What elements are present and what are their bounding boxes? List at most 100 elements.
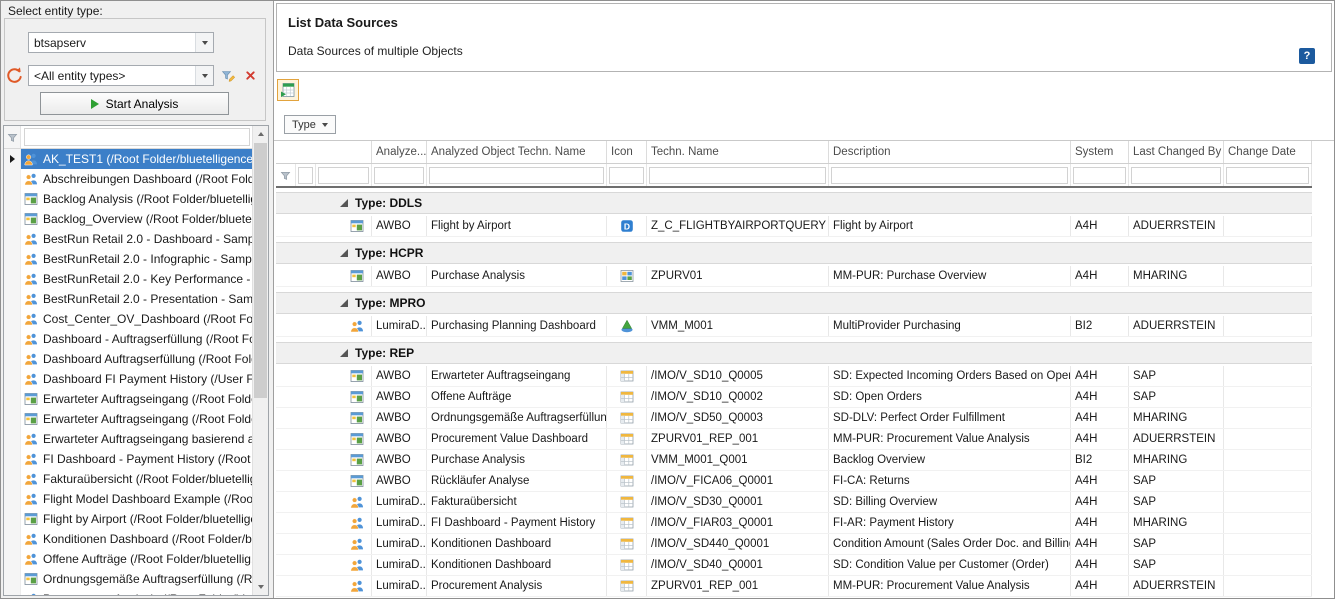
group-row[interactable]: Type: HCPR [276, 242, 1312, 264]
cell-change_date [1224, 266, 1312, 286]
filter-cell-tech_name[interactable] [647, 164, 829, 186]
table-row[interactable]: AWBOProcurement Value DashboardZPURV01_R… [276, 429, 1312, 450]
filter-input-indent[interactable] [298, 167, 313, 184]
triangle-down-icon [258, 585, 264, 589]
multiprovider-icon [620, 319, 634, 333]
column-header-icon[interactable]: Icon [607, 141, 647, 163]
clear-filter-button[interactable] [241, 66, 260, 85]
filter-cell-ds_icon[interactable] [607, 164, 647, 186]
scroll-down-button[interactable] [253, 579, 268, 595]
entity-list-item[interactable]: Cost_Center_OV_Dashboard (/Root Fold... [4, 309, 253, 329]
filter-input-ds_icon[interactable] [609, 167, 644, 184]
start-analysis-button[interactable]: Start Analysis [40, 92, 229, 115]
scroll-thumb[interactable] [254, 143, 267, 398]
scroll-up-button[interactable] [253, 126, 268, 142]
entity-list-item[interactable]: Backlog_Overview (/Root Folder/bluetell.… [4, 209, 253, 229]
column-header-change-date[interactable]: Change Date [1224, 141, 1312, 163]
table-row[interactable]: AWBOErwarteter Auftragseingang/IMO/V_SD1… [276, 366, 1312, 387]
cell-ds_icon [607, 387, 647, 407]
entity-list-item[interactable]: Konditionen Dashboard (/Root Folder/bl..… [4, 529, 253, 549]
entity-list-item[interactable]: Dashboard FI Payment History (/User Fo..… [4, 369, 253, 389]
filter-input-analyze[interactable] [374, 167, 424, 184]
export-excel-button[interactable] [277, 79, 299, 101]
table-row[interactable]: LumiraD...Konditionen Dashboard/IMO/V_SD… [276, 555, 1312, 576]
entity-list-item-body: Backlog Analysis (/Root Folder/bluetelli… [21, 189, 253, 209]
table-row[interactable]: AWBOPurchase AnalysisVMM_M001_Q001Backlo… [276, 450, 1312, 471]
entity-type-combobox-arrow[interactable] [195, 66, 213, 85]
entity-list-item[interactable]: AK_TEST1 (/Root Folder/bluetelligence/S.… [4, 149, 253, 169]
filter-input-last_changed_by[interactable] [1131, 167, 1221, 184]
entity-list-item[interactable]: Fakturaübersicht (/Root Folder/bluetelli… [4, 469, 253, 489]
entity-list-item[interactable]: FI Dashboard - Payment History (/Root F.… [4, 449, 253, 469]
column-header-description[interactable]: Description [829, 141, 1071, 163]
group-row[interactable]: Type: DDLS [276, 192, 1312, 214]
filter-cell-analyze[interactable] [372, 164, 427, 186]
server-combobox-arrow[interactable] [195, 33, 213, 52]
table-row[interactable]: AWBOPurchase AnalysisZPURV01MM-PUR: Purc… [276, 266, 1312, 287]
cell-analyze: AWBO [372, 216, 427, 236]
entity-list-item[interactable]: BestRunRetail 2.0 - Key Performance - Sa… [4, 269, 253, 289]
column-header-techn-name[interactable]: Techn. Name [647, 141, 829, 163]
column-header-analyzed-object-techn-name[interactable]: Analyzed Object Techn. Name [427, 141, 607, 163]
group-row[interactable]: Type: REP [276, 342, 1312, 364]
filter-input-obj_name[interactable] [429, 167, 604, 184]
edit-filter-button[interactable] [218, 66, 237, 85]
cell-ind [276, 513, 296, 533]
entity-list-item[interactable]: Erwarteter Auftragseingang basierend a..… [4, 429, 253, 449]
filter-input-description[interactable] [831, 167, 1068, 184]
entity-list-item[interactable]: Dashboard Auftragserfüllung (/Root Fold.… [4, 349, 253, 369]
table-row[interactable]: AWBOOrdnungsgemäße Auftragserfüllung/IMO… [276, 408, 1312, 429]
table-row[interactable]: LumiraD...FI Dashboard - Payment History… [276, 513, 1312, 534]
group-row[interactable]: Type: MPRO [276, 292, 1312, 314]
entity-list-item-label: Flight Model Dashboard Example (/Root... [43, 492, 253, 506]
filter-input-change_date[interactable] [1226, 167, 1309, 184]
entity-list-item[interactable]: Dashboard - Auftragserfüllung (/Root Fo.… [4, 329, 253, 349]
table-row[interactable]: AWBORückläufer Analyse/IMO/V_FICA06_Q000… [276, 471, 1312, 492]
filter-cell-obj_name[interactable] [427, 164, 607, 186]
cell-obj_name: Konditionen Dashboard [427, 555, 607, 575]
entity-list-item[interactable]: Erwarteter Auftragseingang (/Root Folde.… [4, 389, 253, 409]
column-header-analyze[interactable]: Analyze... [372, 141, 427, 163]
entity-list-item[interactable]: Backlog Analysis (/Root Folder/bluetelli… [4, 189, 253, 209]
cell-ds_icon [607, 534, 647, 554]
table-row[interactable]: LumiraD...Procurement AnalysisZPURV01_RE… [276, 576, 1312, 597]
list-scrollbar[interactable] [252, 126, 268, 595]
help-button[interactable]: ? [1299, 48, 1315, 64]
entity-type-combobox[interactable]: <All entity types> [28, 65, 214, 86]
entity-list-item[interactable]: BestRunRetail 2.0 - Presentation - Sampl… [4, 289, 253, 309]
entity-filter-input[interactable] [24, 128, 250, 146]
table-row[interactable]: LumiraD...Purchasing Planning DashboardV… [276, 316, 1312, 337]
entity-list-item[interactable]: Abschreibungen Dashboard (/Root Folde... [4, 169, 253, 189]
server-combobox[interactable]: btsapserv [28, 32, 214, 53]
filter-cell-obj_icon[interactable] [316, 164, 372, 186]
filter-cell-last_changed_by[interactable] [1129, 164, 1224, 186]
filter-cell-description[interactable] [829, 164, 1071, 186]
entity-list-item[interactable]: Flight by Airport (/Root Folder/bluetell… [4, 509, 253, 529]
column-header-last-changed-by[interactable]: Last Changed By [1129, 141, 1224, 163]
entity-list-item[interactable]: Offene Aufträge (/Root Folder/bluetellig… [4, 549, 253, 569]
filter-input-system[interactable] [1073, 167, 1126, 184]
entity-list-item[interactable]: Procurement Analysis (/Root Folder/blu..… [4, 589, 253, 595]
filter-cell-indent[interactable] [296, 164, 316, 186]
entity-list-item[interactable]: Erwarteter Auftragseingang (/Root Folde.… [4, 409, 253, 429]
entity-list-item[interactable]: Ordnungsgemäße Auftragserfüllung (/R... [4, 569, 253, 589]
entity-list-item-body: BestRunRetail 2.0 - Infographic - Sample… [21, 249, 253, 269]
entity-list-item[interactable]: BestRun Retail 2.0 - Dashboard - Sample.… [4, 229, 253, 249]
column-header-system[interactable]: System [1071, 141, 1129, 163]
cell-indent [296, 534, 316, 554]
entity-list-item[interactable]: BestRunRetail 2.0 - Infographic - Sample… [4, 249, 253, 269]
filter-cell-system[interactable] [1071, 164, 1129, 186]
entity-list-item[interactable]: Flight Model Dashboard Example (/Root... [4, 489, 253, 509]
cell-description: SD: Open Orders [829, 387, 1071, 407]
table-row[interactable]: AWBOFlight by AirportDZ_C_FLIGHTBYAIRPOR… [276, 216, 1312, 237]
table-row[interactable]: LumiraD...Konditionen Dashboard/IMO/V_SD… [276, 534, 1312, 555]
refresh-icon[interactable] [5, 66, 24, 85]
table-row[interactable]: LumiraD...Fakturaübersicht/IMO/V_SD30_Q0… [276, 492, 1312, 513]
filter-input-tech_name[interactable] [649, 167, 826, 184]
cell-ds_icon [607, 408, 647, 428]
entity-list-filter-row[interactable] [4, 126, 253, 149]
group-by-chip-type[interactable]: Type [284, 115, 336, 134]
table-row[interactable]: AWBOOffene Aufträge/IMO/V_SD10_Q0002SD: … [276, 387, 1312, 408]
filter-cell-change_date[interactable] [1224, 164, 1312, 186]
filter-input-obj_icon[interactable] [318, 167, 369, 184]
